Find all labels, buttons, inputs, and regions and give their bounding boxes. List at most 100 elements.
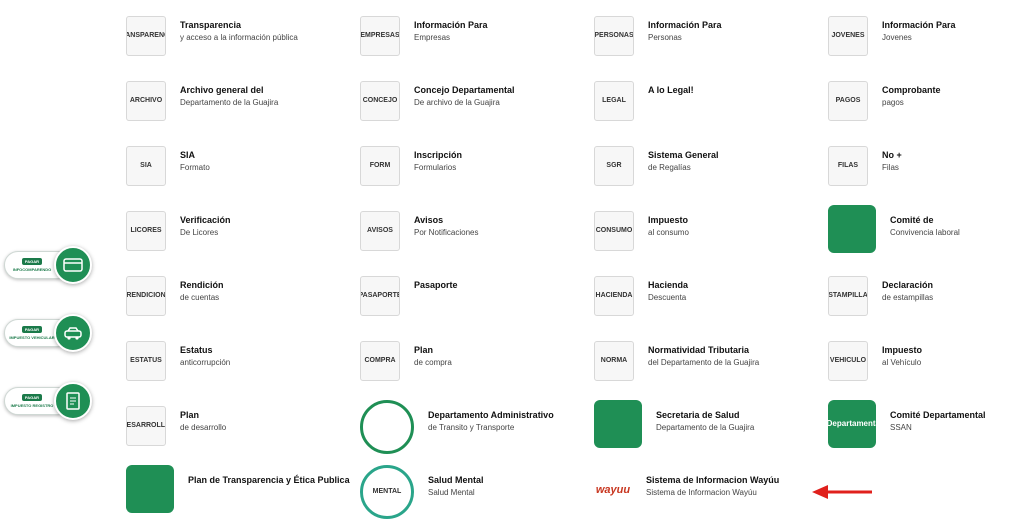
service-subtitle: Formularios [414, 163, 457, 172]
service-thumbnail-icon [828, 205, 876, 253]
service-subtitle: y acceso a la información pública [180, 33, 298, 42]
service-thumbnail-icon [126, 465, 174, 513]
service-title: Plan [180, 410, 200, 420]
service-title: Inscripción [414, 150, 463, 160]
service-thumbnail-icon: ComitéDepartamentalSSAN [828, 400, 876, 448]
service-title: Estatus [180, 345, 213, 355]
service-title: Pasaporte [414, 280, 458, 290]
service-subtitle: Convivencia laboral [890, 228, 960, 237]
service-title: Transparencia [180, 20, 242, 30]
service-title: Comprobante [882, 85, 941, 95]
service-thumbnail-icon: CONCEJO [360, 81, 400, 121]
service-card[interactable]: LICORES Verificación De Licores [120, 203, 354, 268]
service-thumbnail-icon: ARCHIVO [126, 81, 166, 121]
service-card[interactable]: PAGOS Comprobante pagos [822, 73, 1032, 138]
service-title: Secretaria de Salud [656, 410, 740, 420]
service-title: Normatividad Tributaria [648, 345, 750, 355]
service-thumbnail-icon: AVISOS [360, 211, 400, 251]
service-title: Información Para [648, 20, 722, 30]
service-card[interactable]: COMPRA Plan de compra [354, 333, 588, 398]
service-subtitle: de cuentas [180, 293, 220, 302]
service-title: Concejo Departamental [414, 85, 515, 95]
service-card[interactable]: PASAPORTE Pasaporte [354, 268, 588, 333]
service-card[interactable]: RENDICION Rendición de cuentas [120, 268, 354, 333]
service-card[interactable]: SGR Sistema General de Regalías [588, 138, 822, 203]
service-title: Departamento Administrativo [428, 410, 554, 420]
service-title: A lo Legal! [648, 85, 694, 95]
service-card[interactable]: JOVENES Información Para Jovenes [822, 8, 1032, 73]
service-card[interactable]: Comité de Convivencia laboral [822, 203, 1032, 268]
service-subtitle: Sistema de Informacion Wayúu [646, 488, 757, 497]
service-card[interactable]: DESARROLLO Plan de desarrollo [120, 398, 354, 463]
service-thumbnail-icon: VEHICULO [828, 341, 868, 381]
pay-tag: PAGAR [21, 258, 43, 265]
service-subtitle: Por Notificaciones [414, 228, 479, 237]
service-card[interactable]: ComitéDepartamentalSSAN Comité Departamen… [822, 398, 1032, 463]
service-card[interactable]: NORMA Normatividad Tributaria del Departam… [588, 333, 822, 398]
service-card[interactable]: PERSONAS Información Para Personas [588, 8, 822, 73]
service-card[interactable]: ESTATUS Estatus anticorrupción [120, 333, 354, 398]
service-subtitle: del Departamento de la Guajira [648, 358, 760, 367]
service-card[interactable]: CONCEJO Concejo Departamental De archivo d… [354, 73, 588, 138]
service-subtitle: pagos [882, 98, 904, 107]
service-card[interactable]: HACIENDA Hacienda Descuenta [588, 268, 822, 333]
service-title: Información Para [414, 20, 488, 30]
service-card[interactable]: SIA SIA Formato [120, 138, 354, 203]
service-title: Archivo general del [180, 85, 264, 95]
service-thumbnail-icon: MENTAL [360, 465, 414, 519]
service-thumbnail-icon: LICORES [126, 211, 166, 251]
service-card[interactable]: LEGAL A lo Legal! [588, 73, 822, 138]
service-card[interactable]: MENTAL Salud Mental Salud Mental [354, 463, 588, 528]
service-subtitle: de estampillas [882, 293, 934, 302]
service-thumbnail-icon: SGR [594, 146, 634, 186]
ssan-thumb-text: Departamental [828, 419, 876, 428]
service-subtitle: de desarrollo [180, 423, 227, 432]
service-card[interactable]: FILAS No + Filas [822, 138, 1032, 203]
pay-label: IMPUESTO VEHICULAR [9, 335, 55, 340]
service-thumbnail-icon: HACIENDA [594, 276, 634, 316]
service-thumbnail-icon: CONSUMO [594, 211, 634, 251]
services-grid: TRANSPARENCIA Transparencia y acceso a la … [120, 8, 1032, 528]
service-title: Información Para [882, 20, 956, 30]
service-subtitle: de Regalías [648, 163, 691, 172]
service-thumbnail-icon: PASAPORTE [360, 276, 400, 316]
service-card[interactable]: CONSUMO Impuesto al consumo [588, 203, 822, 268]
service-thumbnail-icon: NORMA [594, 341, 634, 381]
service-card[interactable]: ESTAMPILLAS Declaración de estampillas [822, 268, 1032, 333]
pay-impuesto-vehicular-button[interactable]: PAGAR IMPUESTO VEHICULAR [4, 314, 92, 352]
service-subtitle: Salud Mental [428, 488, 475, 497]
service-subtitle: Empresas [414, 33, 451, 42]
service-subtitle: De archivo de la Guajira [414, 98, 500, 107]
service-thumbnail-icon: LEGAL [594, 81, 634, 121]
car-icon [54, 314, 92, 352]
service-subtitle: Formato [180, 163, 210, 172]
service-title: Impuesto [648, 215, 689, 225]
pay-impuesto-registro-button[interactable]: PAGAR IMPUESTO REGISTRO [4, 382, 92, 420]
service-card[interactable]: VEHICULO Impuesto al Vehículo [822, 333, 1032, 398]
card-payment-icon [54, 246, 92, 284]
service-card[interactable]: TRANSPARENCIA Transparencia y acceso a la … [120, 8, 354, 73]
pay-infocomparendo-button[interactable]: PAGAR INFOCOMPARENDO [4, 246, 92, 284]
service-title: Comité Departamental [890, 410, 986, 420]
service-card[interactable]: Departamento Administrativo de Transito y… [354, 398, 588, 463]
service-card[interactable]: ARCHIVO Archivo general del Departamento d… [120, 73, 354, 138]
service-card[interactable]: EMPRESAS Información Para Empresas [354, 8, 588, 73]
service-subtitle: de Transito y Transporte [428, 423, 515, 432]
service-subtitle: Jovenes [882, 33, 912, 42]
service-title: Hacienda [648, 280, 689, 290]
service-subtitle: Descuenta [648, 293, 687, 302]
service-card[interactable]: AVISOS Avisos Por Notificaciones [354, 203, 588, 268]
service-title: No + [882, 150, 902, 160]
service-card[interactable]: wayuu Sistema de Informacion Wayúu Sistema… [588, 463, 822, 528]
service-title: Sistema General [648, 150, 719, 160]
service-thumbnail-icon: TRANSPARENCIA [126, 16, 166, 56]
service-thumbnail-icon: ESTAMPILLAS [828, 276, 868, 316]
service-card[interactable]: Secretaria de Salud Departamento de la Gu… [588, 398, 822, 463]
service-thumbnail-icon: PAGOS [828, 81, 868, 121]
service-thumbnail-icon [360, 400, 414, 454]
service-card[interactable]: FORM Inscripción Formularios [354, 138, 588, 203]
service-title: Plan [414, 345, 434, 355]
service-card[interactable]: Plan de Transparencia y Ética Publica [120, 463, 354, 528]
service-thumbnail-icon: RENDICION [126, 276, 166, 316]
service-subtitle: al consumo [648, 228, 689, 237]
